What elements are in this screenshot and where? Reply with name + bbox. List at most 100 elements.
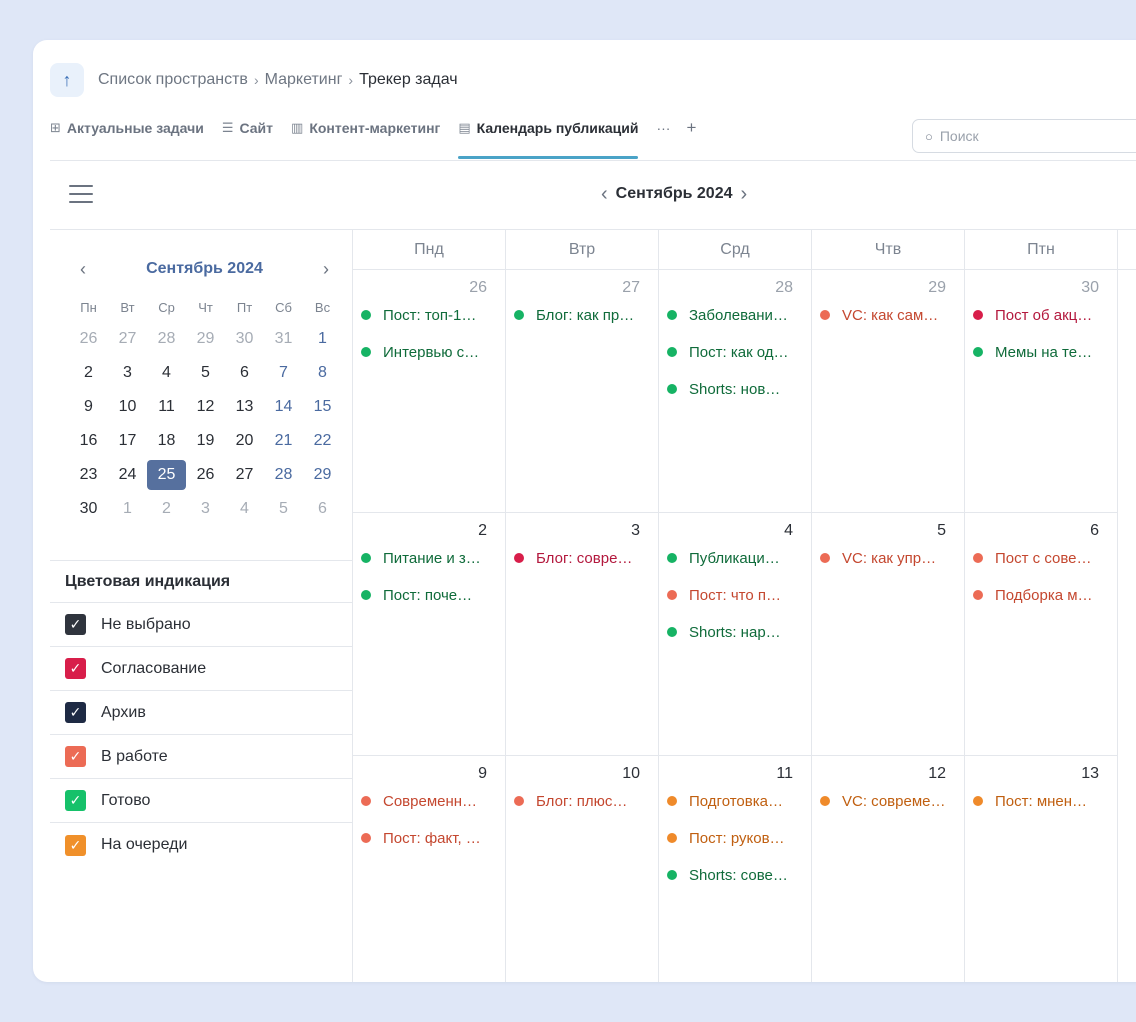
calendar-event[interactable]: Блог: плюс… — [514, 790, 652, 812]
calendar-event[interactable]: Shorts: нар… — [667, 621, 805, 643]
checkbox-checked-icon[interactable]: ✓ — [65, 834, 86, 856]
mini-calendar-day[interactable]: 21 — [264, 424, 303, 458]
calendar-day-cell[interactable]: 27 Блог: как пр… — [506, 270, 659, 513]
calendar-event[interactable]: Пост: факт, … — [361, 827, 499, 849]
mini-calendar-day[interactable]: 18 — [147, 424, 186, 458]
legend-item[interactable]: ✓ Готово — [50, 779, 353, 823]
calendar-event[interactable]: Пост: поче… — [361, 584, 499, 606]
mini-prev-month-button[interactable]: ‹ — [80, 259, 86, 280]
calendar-event[interactable]: Shorts: сове… — [667, 864, 805, 886]
menu-icon[interactable] — [69, 185, 93, 203]
calendar-event[interactable]: VC: как сам… — [820, 304, 958, 326]
calendar-day-cell[interactable]: 26 Пост: топ-1… Интервью с… — [353, 270, 506, 513]
prev-month-button[interactable]: ‹ — [593, 183, 616, 206]
calendar-event[interactable]: Shorts: нов… — [667, 378, 805, 400]
mini-calendar-day[interactable]: 29 — [303, 458, 342, 492]
next-month-button[interactable]: › — [733, 183, 756, 206]
calendar-event[interactable]: Заболевани… — [667, 304, 805, 326]
mini-calendar-day[interactable]: 10 — [108, 390, 147, 424]
calendar-event[interactable]: Интервью с… — [361, 341, 499, 363]
mini-calendar-day[interactable]: 15 — [303, 390, 342, 424]
mini-next-month-button[interactable]: › — [323, 259, 329, 280]
mini-calendar-day[interactable]: 26 — [69, 322, 108, 356]
mini-calendar-day[interactable]: 30 — [225, 322, 264, 356]
mini-calendar-day[interactable]: 29 — [186, 322, 225, 356]
arrow-up-icon[interactable]: ↑ — [50, 63, 84, 97]
more-tabs-button[interactable]: ··· — [656, 112, 670, 144]
search-input[interactable] — [939, 128, 1136, 144]
calendar-event[interactable]: Современн… — [361, 790, 499, 812]
calendar-day-cell[interactable]: 29 VC: как сам… — [812, 270, 965, 513]
mini-calendar-day[interactable]: 7 — [264, 356, 303, 390]
calendar-event[interactable]: VC: совреме… — [820, 790, 958, 812]
mini-calendar-day[interactable]: 6 — [225, 356, 264, 390]
mini-calendar-day[interactable]: 8 — [303, 356, 342, 390]
mini-calendar-day[interactable]: 20 — [225, 424, 264, 458]
calendar-event[interactable]: Пост: руков… — [667, 827, 805, 849]
mini-calendar-day[interactable]: 3 — [186, 492, 225, 526]
mini-calendar-day[interactable]: 17 — [108, 424, 147, 458]
calendar-day-cell[interactable]: 3 Блог: совре… — [506, 513, 659, 756]
calendar-event[interactable]: Питание и з… — [361, 547, 499, 569]
mini-calendar-day[interactable]: 27 — [225, 458, 264, 492]
calendar-event[interactable]: Пост: как од… — [667, 341, 805, 363]
mini-calendar-day[interactable]: 19 — [186, 424, 225, 458]
mini-calendar-day[interactable]: 9 — [69, 390, 108, 424]
calendar-event[interactable]: Пост: что п… — [667, 584, 805, 606]
legend-item[interactable]: ✓ На очереди — [50, 823, 353, 867]
legend-item[interactable]: ✓ Архив — [50, 691, 353, 735]
checkbox-checked-icon[interactable]: ✓ — [65, 658, 86, 679]
legend-item[interactable]: ✓ Согласование — [50, 647, 353, 691]
mini-calendar-day[interactable]: 23 — [69, 458, 108, 492]
breadcrumb-item-spaces[interactable]: Список пространств — [98, 71, 248, 89]
calendar-event[interactable]: Подготовка… — [667, 790, 805, 812]
calendar-event[interactable]: Блог: как пр… — [514, 304, 652, 326]
mini-calendar-day[interactable]: 2 — [147, 492, 186, 526]
checkbox-checked-icon[interactable]: ✓ — [65, 614, 86, 635]
mini-calendar-day[interactable]: 27 — [108, 322, 147, 356]
calendar-event[interactable]: Пост: мнен… — [973, 790, 1111, 812]
calendar-day-cell[interactable]: 13 Пост: мнен… — [965, 756, 1118, 982]
mini-calendar-day[interactable]: 31 — [264, 322, 303, 356]
mini-calendar-day[interactable]: 28 — [264, 458, 303, 492]
mini-calendar-day[interactable]: 24 — [108, 458, 147, 492]
calendar-event[interactable]: Блог: совре… — [514, 547, 652, 569]
legend-item[interactable]: ✓ Не выбрано — [50, 603, 353, 647]
calendar-day-cell[interactable]: 30 Пост об акц… Мемы на те… — [965, 270, 1118, 513]
mini-calendar-day[interactable]: 14 — [264, 390, 303, 424]
mini-calendar-day[interactable]: 12 — [186, 390, 225, 424]
mini-calendar-day[interactable]: 6 — [303, 492, 342, 526]
tab-current-tasks[interactable]: ⊞ Актуальные задачи — [50, 112, 204, 144]
tab-publication-calendar[interactable]: ▤ Календарь публикаций — [458, 112, 639, 159]
calendar-event[interactable]: Пост с сове… — [973, 547, 1111, 569]
mini-calendar-day[interactable]: 4 — [225, 492, 264, 526]
mini-calendar-day[interactable]: 4 — [147, 356, 186, 390]
mini-calendar-day[interactable]: 25 — [147, 458, 186, 492]
mini-calendar-day[interactable]: 28 — [147, 322, 186, 356]
mini-calendar-day[interactable]: 22 — [303, 424, 342, 458]
calendar-event[interactable]: Подборка м… — [973, 584, 1111, 606]
mini-calendar-day[interactable]: 30 — [69, 492, 108, 526]
legend-item[interactable]: ✓ В работе — [50, 735, 353, 779]
tab-site[interactable]: ☰ Сайт — [222, 112, 273, 144]
mini-calendar-day[interactable]: 13 — [225, 390, 264, 424]
tab-content-marketing[interactable]: ▥ Контент-маркетинг — [291, 112, 440, 144]
breadcrumb-item-marketing[interactable]: Маркетинг — [265, 71, 343, 89]
calendar-day-cell[interactable]: 10 Блог: плюс… — [506, 756, 659, 982]
mini-calendar-day[interactable]: 5 — [186, 356, 225, 390]
calendar-event[interactable]: Мемы на те… — [973, 341, 1111, 363]
calendar-event[interactable]: Пост об акц… — [973, 304, 1111, 326]
mini-calendar-day[interactable]: 3 — [108, 356, 147, 390]
mini-calendar-day[interactable]: 1 — [303, 322, 342, 356]
calendar-day-cell[interactable]: 28 Заболевани… Пост: как од… Shorts: нов… — [659, 270, 812, 513]
calendar-day-cell[interactable]: 2 Питание и з… Пост: поче… — [353, 513, 506, 756]
mini-calendar-day[interactable]: 2 — [69, 356, 108, 390]
calendar-event[interactable]: Пост: топ-1… — [361, 304, 499, 326]
calendar-day-cell[interactable]: 5 VC: как упр… — [812, 513, 965, 756]
calendar-day-cell[interactable]: 12 VC: совреме… — [812, 756, 965, 982]
calendar-day-cell[interactable]: 9 Современн… Пост: факт, … — [353, 756, 506, 982]
calendar-event[interactable]: Публикаци… — [667, 547, 805, 569]
mini-calendar-day[interactable]: 26 — [186, 458, 225, 492]
calendar-day-cell[interactable]: 4 Публикаци… Пост: что п… Shorts: нар… — [659, 513, 812, 756]
calendar-event[interactable]: VC: как упр… — [820, 547, 958, 569]
